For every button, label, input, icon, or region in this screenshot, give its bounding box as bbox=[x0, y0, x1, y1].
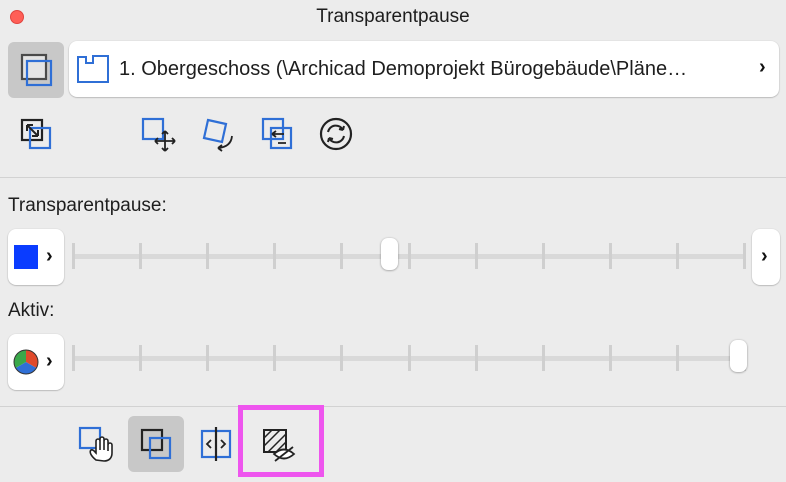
window-title: Transparentpause bbox=[316, 6, 470, 27]
section-divider bbox=[0, 177, 786, 178]
slider-tick bbox=[273, 243, 277, 269]
slider-tick bbox=[72, 243, 75, 269]
reference-name: 1. Obergeschoss (\Archicad Demoprojekt B… bbox=[119, 58, 688, 80]
reference-overlay-button[interactable] bbox=[128, 416, 184, 472]
overlay-layer-button[interactable] bbox=[8, 42, 64, 98]
reference-selector[interactable]: 1. Obergeschoss (\Archicad Demoprojekt B… bbox=[69, 41, 779, 97]
hand-edit-button[interactable] bbox=[70, 418, 122, 470]
slider-thumb[interactable] bbox=[381, 238, 399, 270]
slider-tick bbox=[139, 243, 143, 269]
slider-tick bbox=[273, 345, 277, 371]
slider-tick bbox=[541, 243, 545, 269]
slider-tick bbox=[541, 345, 545, 371]
fit-to-view-button[interactable] bbox=[12, 110, 60, 158]
transparency-slider[interactable] bbox=[72, 236, 746, 276]
slider-thumb[interactable] bbox=[730, 340, 747, 372]
floor-reference-icon bbox=[77, 55, 109, 83]
slider-tick bbox=[407, 243, 411, 269]
overlay-layer-icon bbox=[20, 53, 53, 87]
active-color-popup[interactable]: › bbox=[8, 334, 64, 390]
hand-edit-icon bbox=[78, 426, 113, 462]
chevron-right-icon: › bbox=[759, 56, 766, 78]
rotate-icon bbox=[202, 118, 233, 152]
slider-tick bbox=[608, 243, 612, 269]
title-bar: Transparentpause bbox=[0, 0, 786, 34]
slider-tick bbox=[340, 243, 344, 269]
swap-button[interactable] bbox=[254, 110, 302, 158]
slider-tick bbox=[407, 345, 411, 371]
slider-tick bbox=[139, 345, 143, 371]
active-label: Aktiv: bbox=[8, 300, 55, 321]
chevron-right-icon: › bbox=[46, 350, 53, 372]
slider-tick bbox=[675, 345, 679, 371]
rotate-button[interactable] bbox=[194, 110, 242, 158]
transparency-color-popup[interactable]: › bbox=[8, 229, 64, 285]
active-slider[interactable] bbox=[72, 338, 747, 378]
slider-tick bbox=[743, 243, 746, 269]
slider-tick bbox=[608, 345, 612, 371]
slider-tick bbox=[206, 345, 210, 371]
move-button[interactable] bbox=[134, 110, 182, 158]
reset-icon bbox=[319, 117, 353, 151]
slider-tick bbox=[474, 243, 478, 269]
reset-button[interactable] bbox=[312, 110, 360, 158]
slider-tick bbox=[340, 345, 344, 371]
reference-overlay-icon bbox=[140, 428, 172, 460]
transparency-label: Transparentpause: bbox=[8, 195, 167, 216]
color-swatch-icon bbox=[14, 245, 38, 269]
chevron-right-icon: › bbox=[46, 245, 53, 267]
slider-tick bbox=[675, 243, 679, 269]
highlight-box bbox=[238, 405, 324, 477]
transparency-more-button[interactable]: › bbox=[752, 229, 780, 285]
slider-tick bbox=[474, 345, 478, 371]
fit-to-view-icon bbox=[20, 118, 52, 150]
compare-button[interactable] bbox=[192, 420, 240, 468]
section-divider bbox=[0, 406, 786, 407]
pie-color-icon bbox=[13, 349, 39, 375]
chevron-right-icon: › bbox=[761, 245, 768, 267]
compare-icon bbox=[200, 427, 232, 461]
slider-tick bbox=[206, 243, 210, 269]
swap-icon bbox=[261, 117, 293, 150]
slider-tick bbox=[72, 345, 75, 371]
move-icon bbox=[141, 117, 176, 152]
